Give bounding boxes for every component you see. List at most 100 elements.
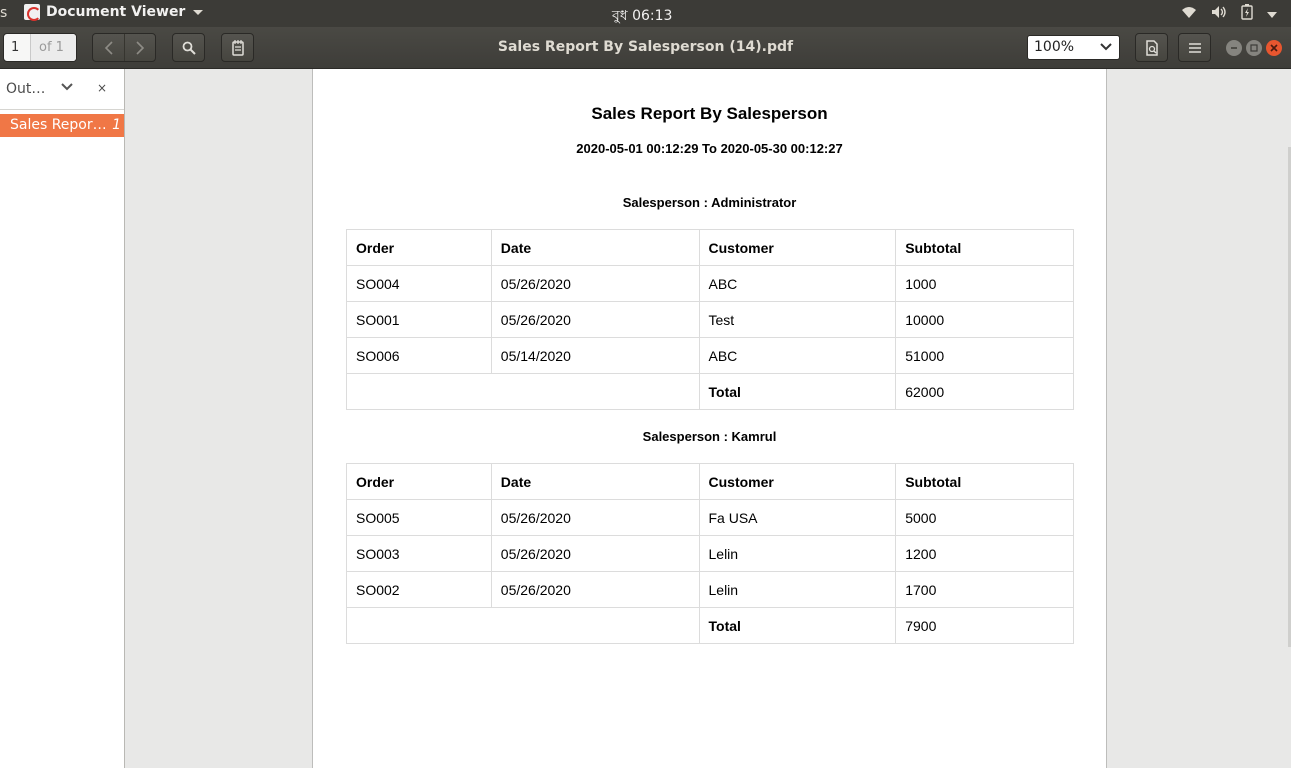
order-cell: SO003 — [346, 535, 492, 572]
print-preview-button[interactable] — [1135, 33, 1168, 62]
sales-table: Order Date Customer Subtotal SO004 05/26… — [346, 229, 1074, 410]
column-header: Order — [346, 229, 492, 266]
main-menu-button-face — [1179, 34, 1210, 61]
subtotal-cell: 10000 — [895, 301, 1074, 338]
column-header: Subtotal — [895, 229, 1074, 266]
subtotal-cell: 1000 — [895, 265, 1074, 302]
document-search-icon — [1145, 39, 1158, 56]
total-row: Total 62000 — [346, 373, 1074, 410]
table-row: SO006 05/14/2020 ABC 51000 — [346, 337, 1074, 374]
total-value: 62000 — [895, 373, 1074, 410]
outline-item[interactable]: Sales Repor… 1 — [0, 114, 124, 137]
report-title: Sales Report By Salesperson — [591, 104, 828, 123]
date-cell: 05/26/2020 — [490, 301, 700, 338]
subtotal-cell: 5000 — [895, 499, 1074, 536]
date-cell: 05/26/2020 — [490, 265, 700, 302]
table-header-row: Order Date Customer Subtotal — [346, 229, 1074, 266]
sidebar-close-button[interactable]: × — [97, 81, 107, 95]
annotations-button-face — [222, 34, 253, 61]
minimize-icon — [1231, 47, 1237, 49]
minimize-button[interactable] — [1226, 40, 1242, 56]
order-cell: SO001 — [346, 301, 492, 338]
close-button[interactable] — [1266, 40, 1282, 56]
search-icon — [182, 41, 196, 55]
date-cell: 05/26/2020 — [490, 571, 700, 608]
order-cell: SO002 — [346, 571, 492, 608]
order-cell: SO004 — [346, 265, 492, 302]
column-header: Date — [490, 229, 700, 266]
chevron-down-icon — [1100, 40, 1112, 56]
chevron-left-icon — [104, 40, 113, 55]
sidebar-header: Out… × — [0, 69, 124, 110]
sidebar-mode-label[interactable]: Out… — [6, 81, 45, 97]
customer-cell: Lelin — [698, 535, 897, 572]
total-label: Total — [698, 373, 897, 410]
subtotal-cell: 51000 — [895, 337, 1074, 374]
viewer-toolbar: 1 of 1 Sales Report By Salesperson (14).… — [0, 27, 1291, 69]
notepad-icon — [231, 39, 244, 56]
date-cell: 05/14/2020 — [490, 337, 700, 374]
sidebar-mode-chevron-icon[interactable] — [61, 80, 73, 96]
column-header: Order — [346, 463, 492, 500]
salesperson-heading: Salesperson : Kamrul — [642, 429, 777, 444]
table-row: SO004 05/26/2020 ABC 1000 — [346, 265, 1074, 302]
salesperson-heading: Salesperson : Administrator — [622, 195, 797, 210]
column-header: Customer — [698, 463, 897, 500]
column-header: Customer — [698, 229, 897, 266]
zoom-select[interactable]: 100% — [1027, 35, 1120, 60]
table-header-row: Order Date Customer Subtotal — [346, 463, 1074, 500]
document-viewer-logo-icon — [24, 4, 41, 21]
clock[interactable]: বুধ 06:13 — [612, 4, 672, 28]
customer-cell: Lelin — [698, 571, 897, 608]
column-header: Date — [490, 463, 700, 500]
window-controls — [1226, 40, 1282, 56]
column-header: Subtotal — [895, 463, 1074, 500]
customer-cell: Fa USA — [698, 499, 897, 536]
pdf-page: Sales Report By Salesperson 2020-05-01 0… — [312, 69, 1107, 768]
table-row: SO005 05/26/2020 Fa USA 5000 — [346, 499, 1074, 536]
chevron-down-icon — [193, 9, 204, 15]
total-row: Total 7900 — [346, 607, 1074, 644]
outline-item-label: Sales Repor… — [10, 117, 107, 133]
close-icon — [1270, 44, 1278, 52]
total-label: Total — [698, 607, 897, 644]
customer-cell: ABC — [698, 265, 897, 302]
outline-item-page: 1 — [112, 117, 121, 133]
subtotal-cell: 1700 — [895, 571, 1074, 608]
date-cell: 05/26/2020 — [490, 499, 700, 536]
table-row: SO003 05/26/2020 Lelin 1200 — [346, 535, 1074, 572]
customer-cell: Test — [698, 301, 897, 338]
volume-icon[interactable] — [1211, 5, 1227, 23]
activities-label-fragment[interactable]: s — [0, 5, 8, 21]
system-menu-chevron-icon[interactable] — [1267, 6, 1277, 22]
date-cell: 05/26/2020 — [490, 535, 700, 572]
previous-page-button[interactable] — [93, 34, 124, 61]
page-selector: 1 of 1 — [3, 33, 77, 62]
page-navigation — [92, 33, 156, 62]
print-preview-button-face — [1136, 34, 1167, 61]
sidebar: Out… × Sales Repor… 1 — [0, 69, 125, 768]
search-button[interactable] — [172, 33, 205, 62]
main-menu-button[interactable] — [1178, 33, 1211, 62]
customer-cell: ABC — [698, 337, 897, 374]
wifi-icon[interactable] — [1181, 5, 1197, 23]
order-cell: SO005 — [346, 499, 492, 536]
maximize-icon — [1250, 44, 1258, 52]
maximize-button[interactable] — [1246, 40, 1262, 56]
total-value: 7900 — [895, 607, 1074, 644]
page-number-input[interactable]: 1 — [4, 34, 31, 61]
page-count-label: of 1 — [31, 34, 76, 61]
table-row: SO001 05/26/2020 Test 10000 — [346, 301, 1074, 338]
app-menu[interactable]: Document Viewer — [24, 4, 204, 21]
document-view[interactable]: Sales Report By Salesperson 2020-05-01 0… — [126, 69, 1291, 768]
annotations-button[interactable] — [221, 33, 254, 62]
order-cell: SO006 — [346, 337, 492, 374]
subtotal-cell: 1200 — [895, 535, 1074, 572]
chevron-right-icon — [136, 40, 145, 55]
app-name: Document Viewer — [46, 4, 186, 20]
search-button-face — [173, 34, 204, 61]
report-date-range: 2020-05-01 00:12:29 To 2020-05-30 00:12:… — [576, 141, 843, 156]
battery-icon[interactable] — [1241, 4, 1253, 24]
hamburger-icon — [1188, 42, 1201, 53]
next-page-button[interactable] — [124, 34, 155, 61]
